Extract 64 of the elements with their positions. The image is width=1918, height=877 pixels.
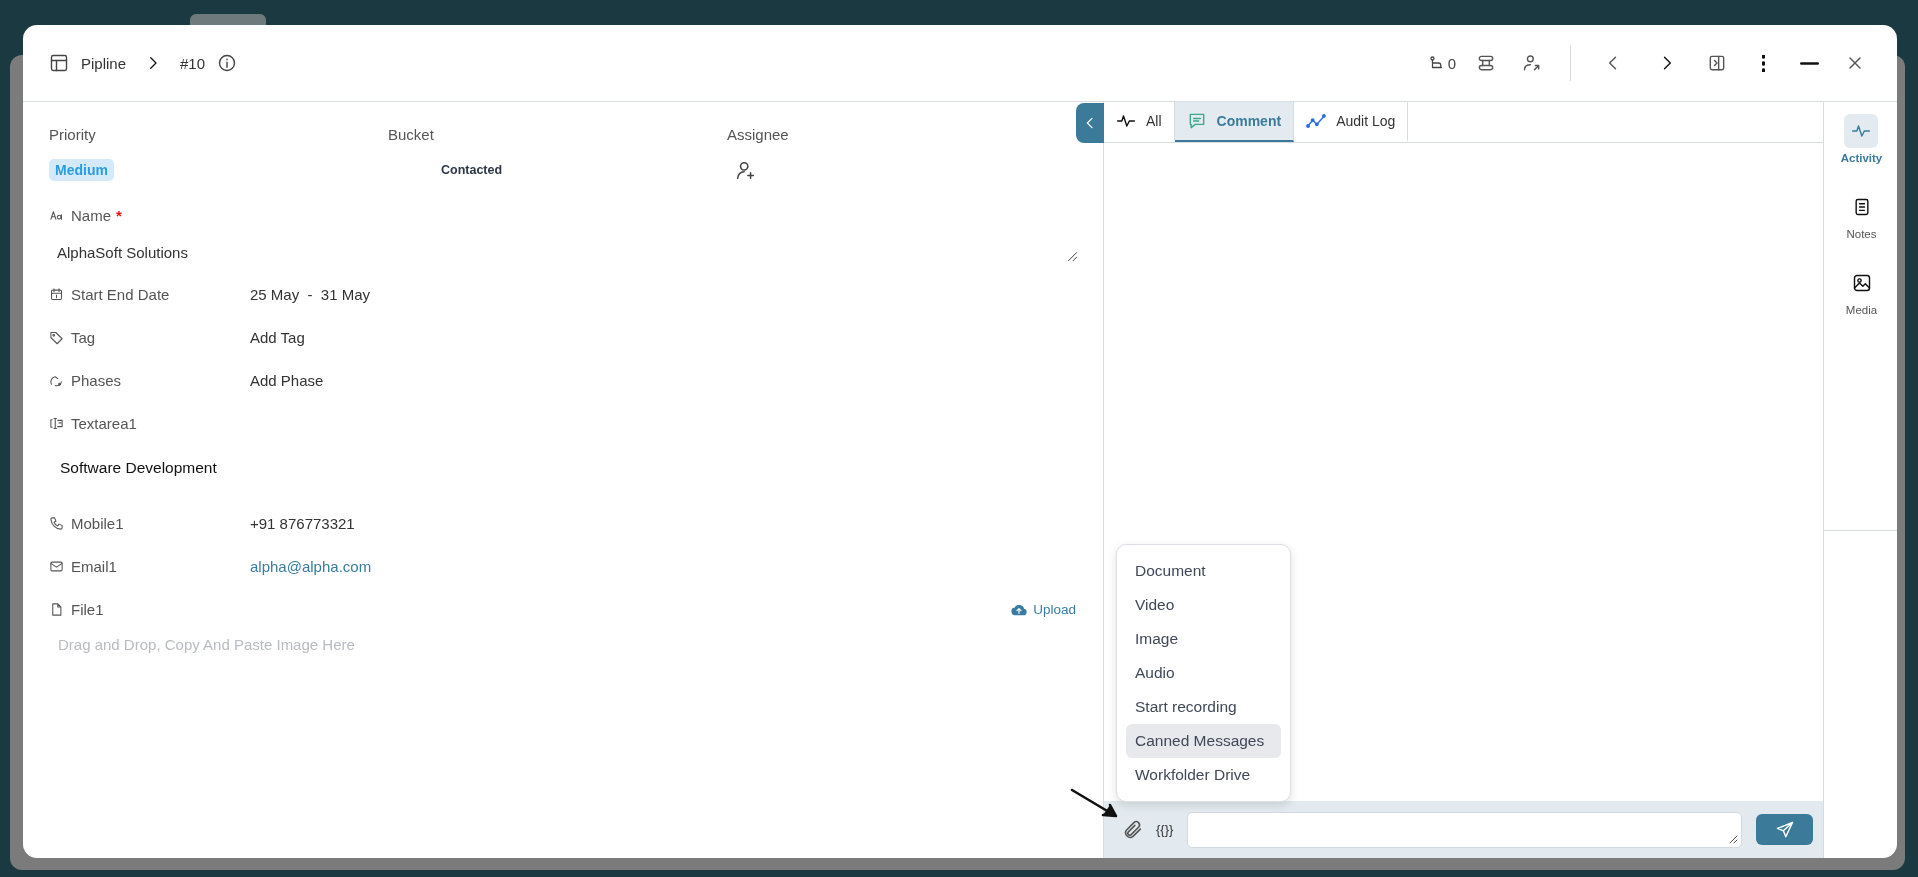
line-chart-icon — [1306, 111, 1327, 131]
send-button[interactable] — [1756, 814, 1813, 845]
phone-value: +91 876773321 — [250, 515, 355, 532]
calendar-icon — [49, 287, 64, 302]
field-label: Phases — [71, 372, 122, 389]
menu-item[interactable]: Canned Messages — [1126, 724, 1281, 758]
menu-item[interactable]: Document — [1126, 554, 1281, 588]
record-id: #10 — [180, 54, 206, 72]
side-tab[interactable]: Media — [1844, 266, 1879, 342]
followers-button[interactable]: 0 — [1427, 47, 1456, 79]
menu-item[interactable]: Image — [1126, 622, 1281, 656]
comment-input[interactable] — [1187, 811, 1742, 848]
field-label: Bucket — [388, 125, 435, 145]
field-label: File1 — [71, 601, 104, 618]
upload-button[interactable]: Upload — [1011, 601, 1076, 618]
text-type-icon — [49, 208, 64, 223]
tag-icon — [49, 330, 64, 345]
textarea-field[interactable]: Software Development — [49, 445, 1077, 502]
minimize-icon — [1799, 61, 1819, 65]
menu-item[interactable]: Start recording — [1126, 690, 1281, 724]
field-label: Tag — [71, 329, 96, 346]
collapse-button[interactable] — [1076, 103, 1104, 143]
side-panel-icon — [1707, 53, 1727, 73]
field-label: Textarea1 — [71, 415, 137, 432]
add-phase-link[interactable]: Add Phase — [250, 372, 324, 389]
field-label: Name — [71, 207, 111, 224]
image-icon — [1851, 273, 1872, 293]
menu-item[interactable]: Audio — [1126, 656, 1281, 690]
field-label: Assignee — [727, 125, 790, 145]
tab[interactable]: Audit Log — [1294, 102, 1409, 142]
email-link[interactable]: alpha@alpha.com — [250, 558, 372, 575]
side-tab[interactable]: Notes — [1844, 190, 1879, 266]
drop-zone-hint: Drag and Drop, Copy And Paste Image Here — [57, 635, 356, 655]
menu-item[interactable]: Video — [1126, 588, 1281, 622]
menu-item[interactable]: Workfolder Drive — [1126, 758, 1281, 792]
add-user-icon — [735, 159, 757, 181]
info-icon — [217, 53, 238, 73]
field-label: Priority — [49, 125, 97, 145]
paperclip-icon — [1122, 818, 1144, 841]
name-field[interactable]: AlphaSoft Solutions — [49, 237, 1077, 273]
tab[interactable]: Comment — [1174, 102, 1295, 142]
date-range[interactable]: 25 May - 31 May — [250, 286, 371, 303]
resize-handle-icon — [1065, 249, 1079, 263]
stack-icon — [1476, 53, 1496, 73]
field-label: Email1 — [71, 558, 117, 575]
more-icon — [1761, 54, 1765, 72]
user-arrow-icon — [1522, 53, 1542, 73]
mail-icon — [49, 559, 64, 574]
tab[interactable]: All — [1104, 102, 1175, 142]
text-cursor-icon — [49, 416, 64, 431]
field-label: Mobile1 — [71, 515, 124, 532]
side-tab[interactable]: Activity — [1840, 114, 1883, 190]
add-tag-link[interactable]: Add Tag — [250, 329, 305, 346]
variables-button[interactable]: {{}} — [1156, 814, 1174, 845]
breadcrumb-link[interactable]: Pipline — [81, 54, 127, 72]
send-icon — [1774, 819, 1795, 840]
table-icon — [49, 53, 69, 73]
arrow-drawing — [1070, 788, 1120, 820]
cycle-icon — [49, 373, 64, 388]
required-mark: * — [116, 207, 122, 224]
field-label: Start End Date — [71, 286, 170, 303]
file-icon — [49, 602, 64, 617]
phone-icon — [49, 516, 64, 531]
bucket-value[interactable]: Contacted — [441, 163, 503, 177]
